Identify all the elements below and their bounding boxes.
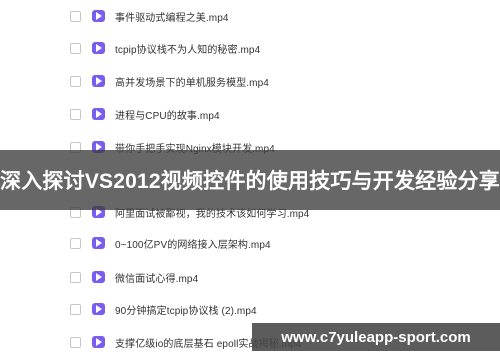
checkbox[interactable] bbox=[70, 303, 81, 315]
video-file-icon bbox=[92, 10, 105, 22]
list-item[interactable]: 高并发场景下的单机服务模型.mp4 bbox=[0, 69, 500, 93]
list-item[interactable]: 进程与CPU的故事.mp4 bbox=[0, 102, 500, 126]
list-item[interactable]: 0~100亿PV的网络接入层架构.mp4 bbox=[0, 231, 500, 255]
video-file-icon bbox=[92, 42, 105, 54]
checkbox[interactable] bbox=[70, 42, 81, 54]
list-item[interactable]: 事件驱动式编程之美.mp4 bbox=[0, 4, 500, 28]
file-name: 高并发场景下的单机服务模型.mp4 bbox=[115, 77, 269, 89]
banner-title: 深入探讨VS2012视频控件的使用技巧与开发经验分享 bbox=[0, 170, 500, 193]
checkbox[interactable] bbox=[70, 237, 81, 249]
checkbox[interactable] bbox=[70, 336, 81, 348]
list-item[interactable]: 90分钟搞定tcpip协议栈 (2).mp4 bbox=[0, 297, 500, 321]
checkbox[interactable] bbox=[70, 108, 81, 120]
file-name: tcpip协议栈不为人知的秘密.mp4 bbox=[115, 44, 261, 56]
video-file-icon bbox=[92, 336, 105, 348]
title-banner: 深入探讨VS2012视频控件的使用技巧与开发经验分享 bbox=[0, 150, 500, 210]
file-name: 微信面试心得.mp4 bbox=[115, 273, 199, 285]
video-file-icon bbox=[92, 75, 105, 87]
list-item[interactable]: tcpip协议栈不为人知的秘密.mp4 bbox=[0, 36, 500, 60]
checkbox[interactable] bbox=[70, 10, 81, 22]
checkbox[interactable] bbox=[70, 271, 81, 283]
video-file-icon bbox=[92, 303, 105, 315]
video-file-icon bbox=[92, 108, 105, 120]
file-name: 事件驱动式编程之美.mp4 bbox=[115, 12, 229, 24]
list-item[interactable]: 微信面试心得.mp4 bbox=[0, 265, 500, 289]
watermark-text: www.c7yuleapp-sport.com bbox=[281, 328, 471, 346]
checkbox[interactable] bbox=[70, 75, 81, 87]
file-name: 90分钟搞定tcpip协议栈 (2).mp4 bbox=[115, 305, 257, 317]
watermark: www.c7yuleapp-sport.com bbox=[252, 323, 500, 351]
video-file-icon bbox=[92, 237, 105, 249]
file-name: 进程与CPU的故事.mp4 bbox=[115, 110, 220, 122]
video-file-icon bbox=[92, 271, 105, 283]
file-name: 0~100亿PV的网络接入层架构.mp4 bbox=[115, 239, 271, 251]
